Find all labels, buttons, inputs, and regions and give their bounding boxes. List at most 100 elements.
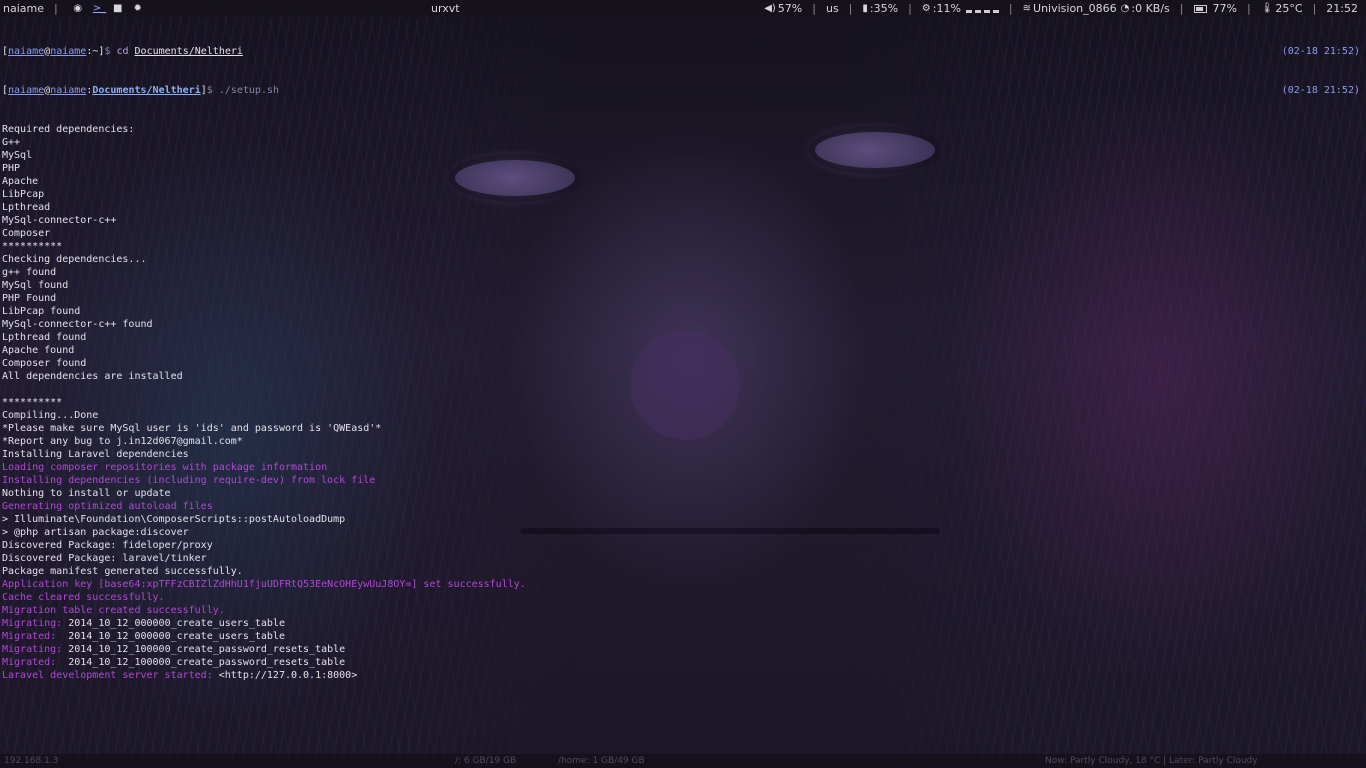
terminal-output-line: Migrating: 2014_10_12_000000_create_user… — [2, 617, 1364, 630]
prompt-user: naiame — [8, 46, 45, 57]
output-line-text: 2014_10_12_000000_create_users_table — [68, 618, 285, 629]
temperature-value: 25°C — [1275, 2, 1303, 15]
terminal-output-line: g++ found — [2, 267, 57, 278]
prompt-command-arg: Documents/Neltheri — [134, 46, 243, 57]
terminal-output-line: Composer — [2, 228, 51, 239]
battery-widget: 77% — [1193, 2, 1237, 15]
clock-value: 21:52 — [1326, 2, 1358, 15]
terminal-output-line: Discovered Package: laravel/tinker — [2, 553, 207, 564]
terminal-output-line: Laravel development server started: <htt… — [2, 669, 1364, 682]
status-bar-right: ◀) 57% | us | ▮ :35% | ⚙ :11% | ≋ Univis… — [764, 2, 1358, 15]
separator: | — [1246, 2, 1251, 15]
terminal-output-line: PHP — [2, 163, 21, 174]
terminal-output-line: Migrating: 2014_10_12_100000_create_pass… — [2, 643, 1364, 656]
prompt-command: ./setup.sh — [218, 85, 280, 96]
terminal-output-line: Migration table created successfully. — [2, 605, 225, 616]
terminal-output-line: ********** — [2, 397, 63, 408]
memory-icon: ▮ — [862, 3, 868, 14]
terminal-output-line: Application key [base64:xpTFFzCBIZlZdHhU… — [2, 579, 526, 590]
battery-value: 77% — [1212, 2, 1237, 15]
output-line-text: <http://127.0.0.1:8000> — [218, 670, 358, 681]
output-line-text: 2014_10_12_000000_create_users_table — [68, 631, 285, 642]
terminal-output-line: Apache — [2, 176, 39, 187]
prompt-timestamp: (02-18 21:52) — [1281, 85, 1360, 96]
volume-value: 57% — [777, 2, 803, 15]
terminal-output-line: *Please make sure MySql user is 'ids' an… — [2, 423, 382, 434]
prompt-cwd: Documents/Neltheri — [92, 85, 201, 96]
terminal-output-line: ********** — [2, 241, 63, 252]
wifi-icon: ≋ — [1022, 3, 1032, 14]
terminal-output-line: > Illuminate\Foundation\ComposerScripts:… — [2, 514, 346, 525]
terminal-output-line: Package manifest generated successfully. — [2, 566, 243, 577]
terminal-output-line: MySql found — [2, 280, 69, 291]
terminal-output-line: Generating optimized autoload files — [2, 501, 213, 512]
separator: | — [848, 2, 853, 15]
volume-widget[interactable]: ◀) 57% — [764, 2, 802, 15]
prompt-timestamp: (02-18 21:52) — [1281, 46, 1360, 57]
prompt-host: naiame — [50, 85, 87, 96]
prompt-line: [naiame@naiame:~]$ cd Documents/Neltheri… — [2, 46, 1360, 57]
prompt-user: naiame — [8, 85, 45, 96]
separator: | — [908, 2, 912, 15]
bottom-status-bar: 192.168.1.3 /: 6 GB/19 GB /home: 1 GB/49… — [0, 754, 1366, 768]
prompt-line: [naiame@naiame:Documents/Neltheri]$ ./se… — [2, 85, 1360, 96]
clock-widget[interactable]: 21:52 — [1326, 2, 1358, 15]
cpu-core-bars — [965, 4, 999, 13]
terminal-window[interactable]: [naiame@naiame:~]$ cd Documents/Neltheri… — [2, 19, 1364, 749]
output-line-text: 2014_10_12_100000_create_password_resets… — [68, 657, 346, 668]
separator: | — [812, 2, 816, 15]
network-speed-icon: ◔ — [1120, 3, 1130, 14]
status-bar-left: naiame | ◉ >_ ■ ✹ — [0, 2, 148, 15]
separator: | — [1008, 2, 1013, 15]
separator: | — [1179, 2, 1184, 15]
prompt-host: naiame — [50, 46, 87, 57]
terminal-output-line: All dependencies are installed — [2, 371, 183, 382]
output-line-prefix: Migrating: — [2, 618, 69, 629]
keyboard-layout-value: us — [825, 2, 839, 15]
terminal-output-line: Migrated: 2014_10_12_100000_create_passw… — [2, 656, 1364, 669]
cpu-gear-icon: ⚙ — [921, 3, 931, 14]
terminal-output-line: Required dependencies: — [2, 124, 135, 135]
status-bar: naiame | ◉ >_ ■ ✹ urxvt ◀) 57% | us | ▮ … — [0, 0, 1366, 17]
battery-icon — [1193, 4, 1207, 13]
terminal-output-line: Loading composer repositories with packa… — [2, 462, 328, 473]
output-line-prefix: Migrated: — [2, 657, 69, 668]
terminal-output-line: Composer found — [2, 358, 87, 369]
output-line-prefix: Laravel development server started: — [2, 670, 219, 681]
ip-address: 192.168.1.3 — [4, 756, 59, 766]
network-speed-value: :0 KB/s — [1131, 2, 1170, 15]
separator: | — [54, 2, 58, 15]
workspace-firefox-icon[interactable]: ◉ — [73, 3, 83, 14]
terminal-output-line: G++ — [2, 137, 21, 148]
memory-value: :35% — [869, 2, 899, 15]
workspace-files-icon[interactable]: ■ — [113, 3, 123, 14]
thermometer-icon: 🌡 — [1260, 3, 1274, 14]
terminal-output-line: Installing dependencies (including requi… — [2, 475, 376, 486]
workspace-android-icon[interactable]: ✹ — [133, 3, 143, 14]
disk-root-usage: /: 6 GB/19 GB — [455, 756, 517, 766]
output-line-prefix: Migrating: — [2, 644, 69, 655]
memory-widget: ▮ :35% — [862, 2, 898, 15]
weather-forecast: Now: Partly Cloudy, 18 °C | Later: Partl… — [1045, 756, 1258, 766]
disk-home-usage: /home: 1 GB/49 GB — [558, 756, 645, 766]
terminal-output-line: Checking dependencies... — [2, 254, 147, 265]
wifi-ssid: Univision_0866 — [1033, 2, 1117, 15]
terminal-output-line: MySql-connector-c++ found — [2, 319, 153, 330]
window-title: urxvt — [431, 2, 460, 15]
output-line-prefix: Migrated: — [2, 631, 69, 642]
cpu-value: :11% — [932, 2, 961, 15]
terminal-output-line: LibPcap — [2, 189, 45, 200]
terminal-output-line: Discovered Package: fideloper/proxy — [2, 540, 213, 551]
workspace-terminal-icon[interactable]: >_ — [93, 3, 106, 14]
temperature-widget: 🌡 25°C — [1261, 2, 1303, 15]
speaker-icon: ◀) — [764, 3, 776, 14]
terminal-output-line: Migrated: 2014_10_12_000000_create_users… — [2, 630, 1364, 643]
keyboard-layout-widget[interactable]: us — [826, 2, 839, 15]
wifi-widget[interactable]: ≋ Univision_0866 ◔ :0 KB/s — [1023, 2, 1170, 15]
separator: | — [1312, 2, 1317, 15]
terminal-output-line: Apache found — [2, 345, 75, 356]
terminal-output-line: *Report any bug to j.in12d067@gmail.com* — [2, 436, 243, 447]
terminal-output-line: Compiling...Done — [2, 410, 99, 421]
terminal-output-line: MySql — [2, 150, 33, 161]
